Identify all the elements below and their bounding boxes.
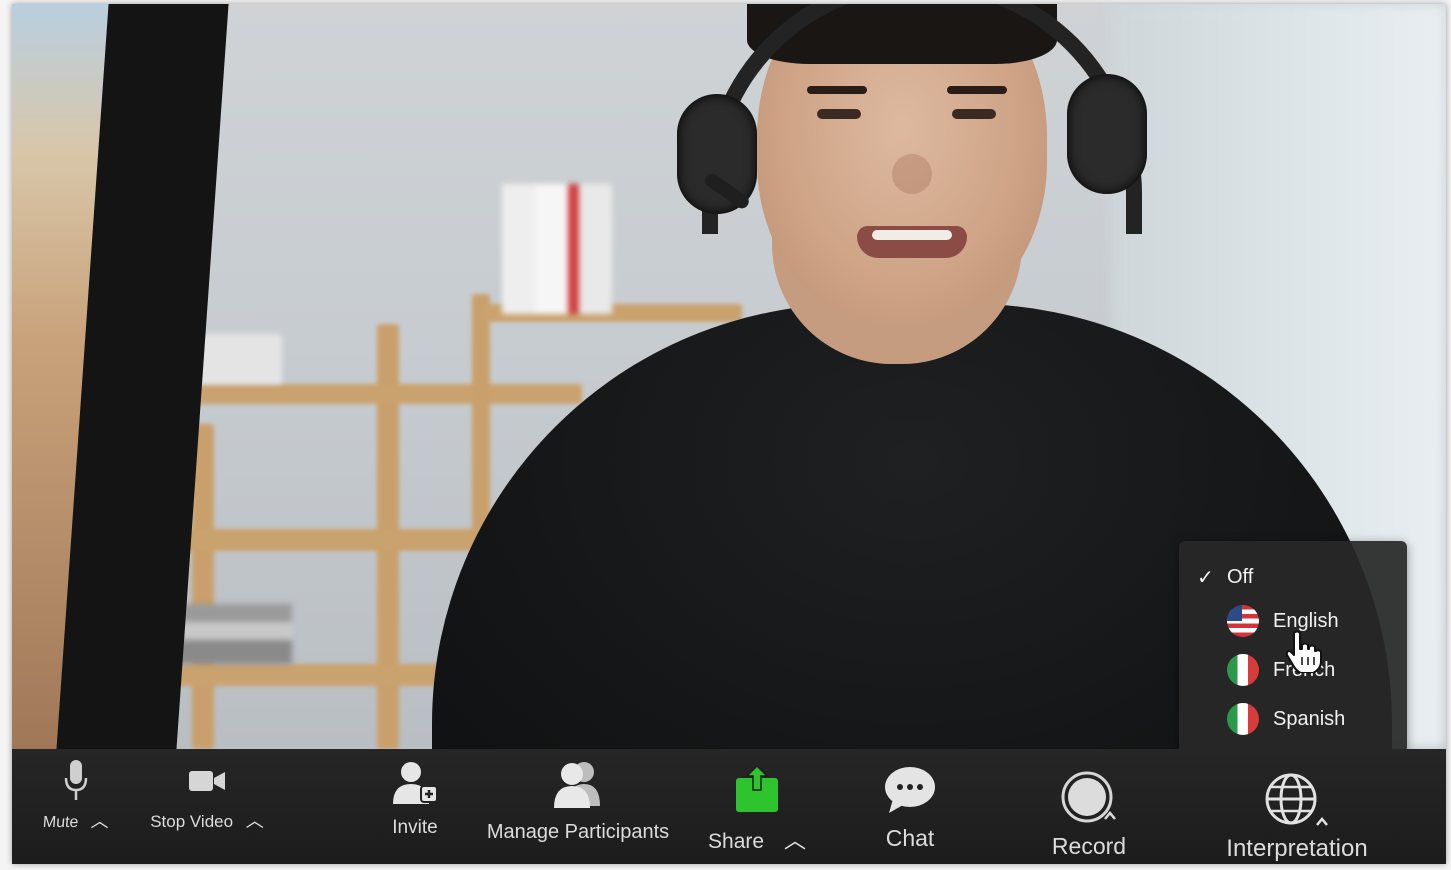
- menu-item-label: Off: [1227, 565, 1254, 588]
- mute-button[interactable]: Mute ︿: [36, 757, 116, 833]
- share-screen-icon: [734, 763, 780, 815]
- record-button[interactable]: Record: [1034, 769, 1144, 860]
- stop-video-button[interactable]: Stop Video ︿: [137, 761, 277, 833]
- it-flag-icon: [1227, 703, 1259, 735]
- us-flag-icon: [1227, 605, 1259, 637]
- interpretation-label: Interpretation: [1226, 835, 1368, 862]
- meeting-window: ✓ Off English French Spanish: [12, 4, 1446, 864]
- stop-video-label: Stop Video: [150, 812, 234, 831]
- invite-label: Invite: [392, 817, 438, 838]
- share-button[interactable]: Share ︿: [702, 763, 812, 855]
- mute-label: Mute: [42, 814, 79, 831]
- globe-icon: [1261, 771, 1333, 829]
- menu-item-label: Spanish: [1273, 707, 1346, 730]
- it-flag-icon: [1227, 654, 1259, 686]
- hand-cursor-icon: [1285, 630, 1322, 673]
- menu-item-off[interactable]: ✓ Off: [1179, 557, 1407, 597]
- chat-label: Chat: [885, 825, 935, 851]
- add-user-icon: [389, 759, 441, 807]
- headset-earcup-right: [1067, 74, 1147, 194]
- invite-button[interactable]: Invite: [380, 759, 450, 839]
- video-camera-icon: [188, 761, 226, 801]
- menu-item-spanish[interactable]: Spanish: [1179, 699, 1407, 739]
- manage-participants-label: Manage Participants: [486, 821, 670, 843]
- share-label: Share: [708, 830, 765, 853]
- chat-button[interactable]: Chat: [870, 763, 950, 852]
- checkmark-icon: ✓: [1197, 566, 1214, 589]
- record-label: Record: [1051, 833, 1127, 859]
- microphone-icon: [63, 757, 89, 803]
- interpretation-button[interactable]: Interpretation: [1202, 771, 1392, 863]
- participants-icon: [550, 759, 606, 809]
- chat-bubble-icon: [883, 763, 937, 817]
- manage-participants-button[interactable]: Manage Participants: [478, 759, 678, 844]
- chevron-up-icon[interactable]: ︿: [90, 807, 110, 833]
- meeting-toolbar: Mute ︿ Stop Video ︿ Invite Manage Partic…: [12, 749, 1446, 864]
- chevron-up-icon[interactable]: ︿: [246, 807, 264, 833]
- chevron-up-icon[interactable]: ︿: [784, 823, 806, 855]
- record-icon: [1059, 769, 1119, 825]
